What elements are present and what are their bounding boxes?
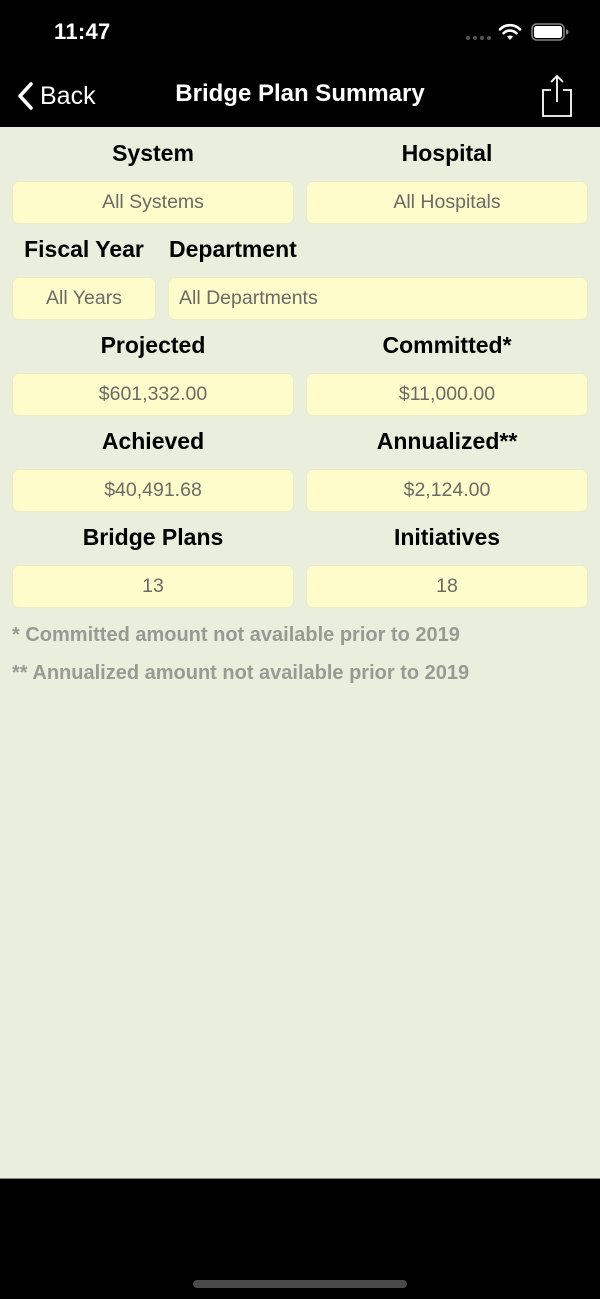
fiscal-year-label: Fiscal Year — [24, 236, 144, 262]
status-time: 11:47 — [54, 19, 111, 44]
projected-value: $601,332.00 — [12, 373, 294, 416]
fiscal-year-picker[interactable]: All Years — [12, 277, 156, 320]
annualized-label: Annualized** — [376, 428, 518, 454]
projected-label: Projected — [100, 332, 206, 358]
achieved-value: $40,491.68 — [12, 469, 294, 512]
chevron-left-icon — [18, 82, 33, 110]
system-label: System — [112, 140, 194, 166]
hospital-label: Hospital — [401, 140, 493, 166]
committed-value: $11,000.00 — [306, 373, 588, 416]
initiatives-value: 18 — [306, 565, 588, 608]
hospital-picker[interactable]: All Hospitals — [306, 181, 588, 224]
navigation-bar: Back Bridge Plan Summary — [0, 66, 600, 127]
status-bar: 11:47 — [0, 0, 600, 66]
annualized-footnote: ** Annualized amount not available prior… — [12, 662, 470, 684]
committed-footnote: * Committed amount not available prior t… — [12, 624, 460, 646]
achieved-label: Achieved — [101, 428, 205, 454]
share-icon[interactable] — [541, 74, 573, 118]
department-picker[interactable]: All Departments — [168, 277, 588, 320]
battery-icon — [531, 23, 569, 41]
committed-label: Committed* — [382, 332, 512, 358]
back-button[interactable]: Back — [16, 78, 96, 114]
annualized-value: $2,124.00 — [306, 469, 588, 512]
signal-dots-icon — [466, 36, 491, 40]
bridge-plans-value: 13 — [12, 565, 294, 608]
department-label: Department — [169, 236, 297, 262]
summary-content: System Hospital All Systems All Hospital… — [0, 127, 600, 1178]
initiatives-label: Initiatives — [393, 524, 501, 550]
bridge-plans-label: Bridge Plans — [82, 524, 224, 550]
back-label: Back — [40, 81, 96, 110]
wifi-icon — [498, 23, 522, 40]
home-indicator[interactable] — [193, 1280, 407, 1288]
system-picker[interactable]: All Systems — [12, 181, 294, 224]
